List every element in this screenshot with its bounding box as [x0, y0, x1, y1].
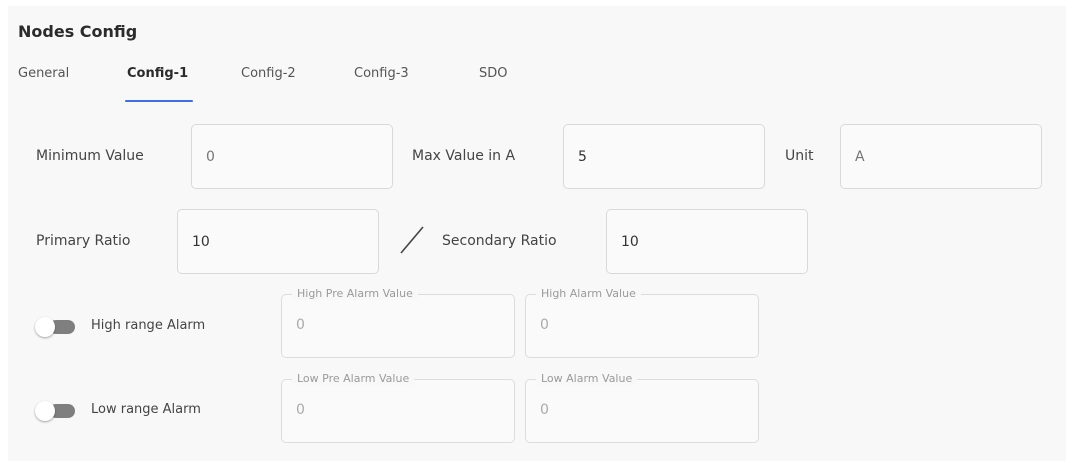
high-pre-alarm-value: 0	[296, 317, 305, 333]
tab-config-3[interactable]: Config-3	[354, 66, 409, 81]
high-alarm-field[interactable]: High Alarm Value 0	[525, 287, 759, 358]
unit-input[interactable]	[840, 124, 1042, 189]
max-value-input[interactable]	[563, 124, 765, 189]
low-alarm-field[interactable]: Low Alarm Value 0	[525, 372, 759, 443]
tab-sdo[interactable]: SDO	[479, 66, 508, 81]
tab-general[interactable]: General	[18, 66, 69, 81]
secondary-ratio-label: Secondary Ratio	[442, 233, 557, 249]
high-alarm-value: 0	[540, 317, 549, 333]
low-range-alarm-toggle[interactable]	[35, 401, 79, 421]
max-value-label: Max Value in A	[412, 148, 516, 164]
primary-ratio-input[interactable]	[177, 209, 379, 274]
tab-config-1[interactable]: Config-1	[127, 66, 188, 81]
minimum-value-input[interactable]	[191, 124, 393, 189]
low-pre-alarm-value: 0	[296, 402, 305, 418]
tab-config-2[interactable]: Config-2	[241, 66, 296, 81]
high-range-alarm-toggle[interactable]	[35, 317, 79, 337]
minimum-value-label: Minimum Value	[36, 148, 144, 164]
low-alarm-value: 0	[540, 402, 549, 418]
secondary-ratio-input[interactable]	[606, 209, 808, 274]
low-alarm-legend: Low Alarm Value	[536, 372, 638, 385]
primary-ratio-label: Primary Ratio	[36, 233, 131, 249]
active-tab-indicator	[125, 100, 193, 102]
page-title: Nodes Config	[18, 22, 138, 41]
high-pre-alarm-field[interactable]: High Pre Alarm Value 0	[281, 287, 515, 358]
low-pre-alarm-field[interactable]: Low Pre Alarm Value 0	[281, 372, 515, 443]
high-range-alarm-label: High range Alarm	[91, 318, 206, 333]
toggle-knob	[35, 317, 55, 337]
high-pre-alarm-legend: High Pre Alarm Value	[292, 287, 418, 300]
low-range-alarm-label: Low range Alarm	[91, 402, 201, 417]
ratio-divider-icon	[400, 226, 424, 254]
toggle-knob	[35, 401, 55, 421]
unit-label: Unit	[785, 148, 814, 164]
low-pre-alarm-legend: Low Pre Alarm Value	[292, 372, 415, 385]
tab-bar: General Config-1 Config-2 Config-3 SDO	[0, 66, 600, 106]
high-alarm-legend: High Alarm Value	[536, 287, 641, 300]
